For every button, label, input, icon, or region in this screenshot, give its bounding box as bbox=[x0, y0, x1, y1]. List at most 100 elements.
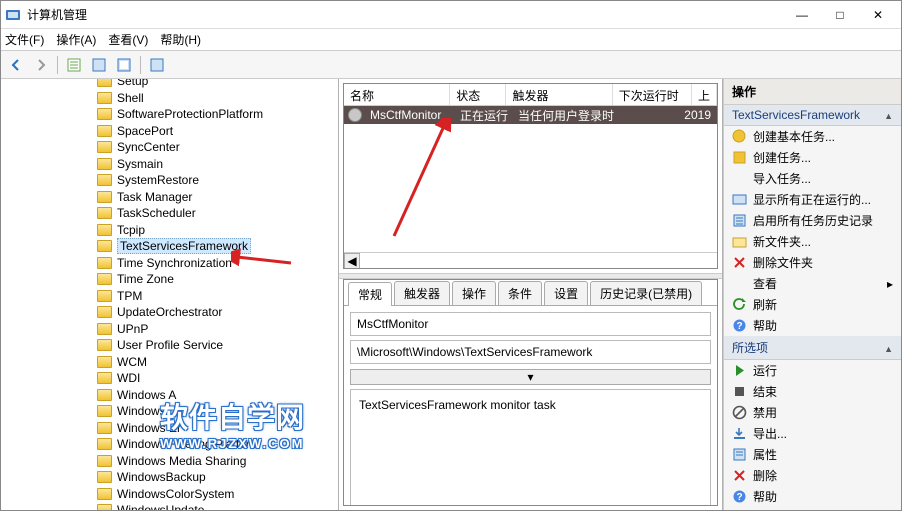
app-window: 计算机管理 — □ ✕ 文件(F) 操作(A) 查看(V) 帮助(H) Setu… bbox=[0, 0, 902, 511]
folder-icon bbox=[97, 191, 112, 203]
col-last[interactable]: 上次 bbox=[692, 84, 717, 105]
tree-item[interactable]: UpdateOrchestrator bbox=[1, 304, 338, 321]
folder-tree[interactable]: SetupShellSoftwareProtectionPlatformSpac… bbox=[1, 79, 338, 510]
tree-item[interactable]: WCM bbox=[1, 354, 338, 371]
tab[interactable]: 操作 bbox=[452, 281, 496, 305]
folder-icon bbox=[97, 92, 112, 104]
cell-next: 2019 bbox=[622, 107, 717, 123]
tree-item[interactable]: Tcpip bbox=[1, 222, 338, 239]
action-item[interactable]: 结束 bbox=[724, 381, 901, 402]
cell-name: MsCtfMonitor bbox=[364, 107, 454, 123]
tree-item-label: Task Manager bbox=[117, 190, 192, 204]
close-button[interactable]: ✕ bbox=[859, 1, 897, 29]
action-item[interactable]: 新文件夹... bbox=[724, 231, 901, 252]
menu-view[interactable]: 查看(V) bbox=[108, 31, 148, 48]
action-item[interactable]: 属性 bbox=[724, 444, 901, 465]
action-item[interactable]: 运行 bbox=[724, 360, 901, 381]
minimize-button[interactable]: — bbox=[783, 1, 821, 29]
tree-item-label: WCM bbox=[117, 355, 147, 369]
tab[interactable]: 常规 bbox=[348, 282, 392, 306]
field-spinner-down[interactable]: ▾ bbox=[350, 369, 711, 385]
forward-button[interactable] bbox=[30, 54, 52, 76]
tree-item[interactable]: SoftwareProtectionPlatform bbox=[1, 106, 338, 123]
tree-item[interactable]: Setup bbox=[1, 79, 338, 90]
tree-item[interactable]: Windows D bbox=[1, 403, 338, 420]
tree-item[interactable]: WDI bbox=[1, 370, 338, 387]
h-scrollbar[interactable]: ◀ bbox=[344, 252, 717, 268]
folder-icon bbox=[97, 125, 112, 137]
tab[interactable]: 历史记录(已禁用) bbox=[590, 281, 702, 305]
tree-item[interactable]: UPnP bbox=[1, 321, 338, 338]
toolbar bbox=[1, 51, 901, 79]
tree-item[interactable]: Time Zone bbox=[1, 271, 338, 288]
tree-item[interactable]: Shell bbox=[1, 90, 338, 107]
action-item[interactable]: 导入任务... bbox=[724, 168, 901, 189]
tree-item[interactable]: WindowsBackup bbox=[1, 469, 338, 486]
action-item-label: 导出... bbox=[753, 425, 787, 442]
col-next-run[interactable]: 下次运行时间 bbox=[613, 84, 692, 105]
history-icon bbox=[732, 213, 747, 228]
tree-item[interactable]: WindowsColorSystem bbox=[1, 486, 338, 503]
refresh-button[interactable] bbox=[113, 54, 135, 76]
tab[interactable]: 设置 bbox=[544, 281, 588, 305]
action-item[interactable]: 删除文件夹 bbox=[724, 252, 901, 273]
tree-item[interactable]: Task Manager bbox=[1, 189, 338, 206]
tree-item-label: SyncCenter bbox=[117, 140, 180, 154]
help-button[interactable] bbox=[146, 54, 168, 76]
tree-item[interactable]: User Profile Service bbox=[1, 337, 338, 354]
folder-icon bbox=[97, 158, 112, 170]
tree-item[interactable]: SystemRestore bbox=[1, 172, 338, 189]
action-item[interactable]: 启用所有任务历史记录 bbox=[724, 210, 901, 231]
center-pane: 名称 状态 触发器 下次运行时间 上次 MsCtfMonitor 正在运行 当任… bbox=[339, 79, 723, 510]
tree-item[interactable]: Sysmain bbox=[1, 156, 338, 173]
action-item[interactable]: 导出... bbox=[724, 423, 901, 444]
menu-help[interactable]: 帮助(H) bbox=[160, 31, 201, 48]
refresh-icon bbox=[732, 297, 747, 312]
tree-item[interactable]: TPM bbox=[1, 288, 338, 305]
back-button[interactable] bbox=[5, 54, 27, 76]
collapse-icon[interactable] bbox=[884, 341, 893, 355]
action-item[interactable]: 禁用 bbox=[724, 402, 901, 423]
tree-item[interactable]: SpacePort bbox=[1, 123, 338, 140]
action-item[interactable]: 删除 bbox=[724, 465, 901, 486]
col-name[interactable]: 名称 bbox=[344, 84, 450, 105]
folder-icon bbox=[97, 141, 112, 153]
body: SetupShellSoftwareProtectionPlatformSpac… bbox=[1, 79, 901, 510]
tree-item[interactable]: Windows A bbox=[1, 387, 338, 404]
action-item[interactable]: 创建基本任务... bbox=[724, 126, 901, 147]
scroll-left-icon[interactable]: ◀ bbox=[344, 253, 360, 269]
tree-pane: SetupShellSoftwareProtectionPlatformSpac… bbox=[1, 79, 339, 510]
collapse-icon[interactable] bbox=[884, 108, 893, 122]
action-item-label: 显示所有正在运行的... bbox=[753, 191, 871, 208]
tree-item-label: Sysmain bbox=[117, 157, 163, 171]
properties-icon bbox=[732, 447, 747, 462]
show-hide-tree-button[interactable] bbox=[63, 54, 85, 76]
action-item[interactable]: 创建任务... bbox=[724, 147, 901, 168]
tab[interactable]: 触发器 bbox=[394, 281, 450, 305]
properties-button[interactable] bbox=[88, 54, 110, 76]
action-item[interactable]: 查看▸ bbox=[724, 273, 901, 294]
tree-item[interactable]: SyncCenter bbox=[1, 139, 338, 156]
col-triggers[interactable]: 触发器 bbox=[506, 84, 612, 105]
tree-item[interactable]: WindowsUpdate bbox=[1, 502, 338, 510]
tree-item[interactable]: Time Synchronization bbox=[1, 255, 338, 272]
play-icon bbox=[732, 363, 747, 378]
col-status[interactable]: 状态 bbox=[450, 84, 506, 105]
action-item[interactable]: ?帮助 bbox=[724, 486, 901, 507]
maximize-button[interactable]: □ bbox=[821, 1, 859, 29]
action-item[interactable]: 刷新 bbox=[724, 294, 901, 315]
tree-item-label: UPnP bbox=[117, 322, 148, 336]
tree-item[interactable]: Windows Filtering Platform bbox=[1, 436, 338, 453]
tree-item[interactable]: Windows Er bbox=[1, 420, 338, 437]
menu-action[interactable]: 操作(A) bbox=[56, 31, 96, 48]
cell-trigger: 当任何用户登录时 bbox=[512, 106, 622, 125]
menu-file[interactable]: 文件(F) bbox=[5, 31, 44, 48]
help-icon: ? bbox=[732, 318, 747, 333]
tab[interactable]: 条件 bbox=[498, 281, 542, 305]
tree-item[interactable]: TextServicesFramework bbox=[1, 238, 338, 255]
action-item[interactable]: ?帮助 bbox=[724, 315, 901, 336]
tree-item[interactable]: TaskScheduler bbox=[1, 205, 338, 222]
task-row[interactable]: MsCtfMonitor 正在运行 当任何用户登录时 2019 bbox=[344, 106, 717, 124]
action-item[interactable]: 显示所有正在运行的... bbox=[724, 189, 901, 210]
tree-item[interactable]: Windows Media Sharing bbox=[1, 453, 338, 470]
